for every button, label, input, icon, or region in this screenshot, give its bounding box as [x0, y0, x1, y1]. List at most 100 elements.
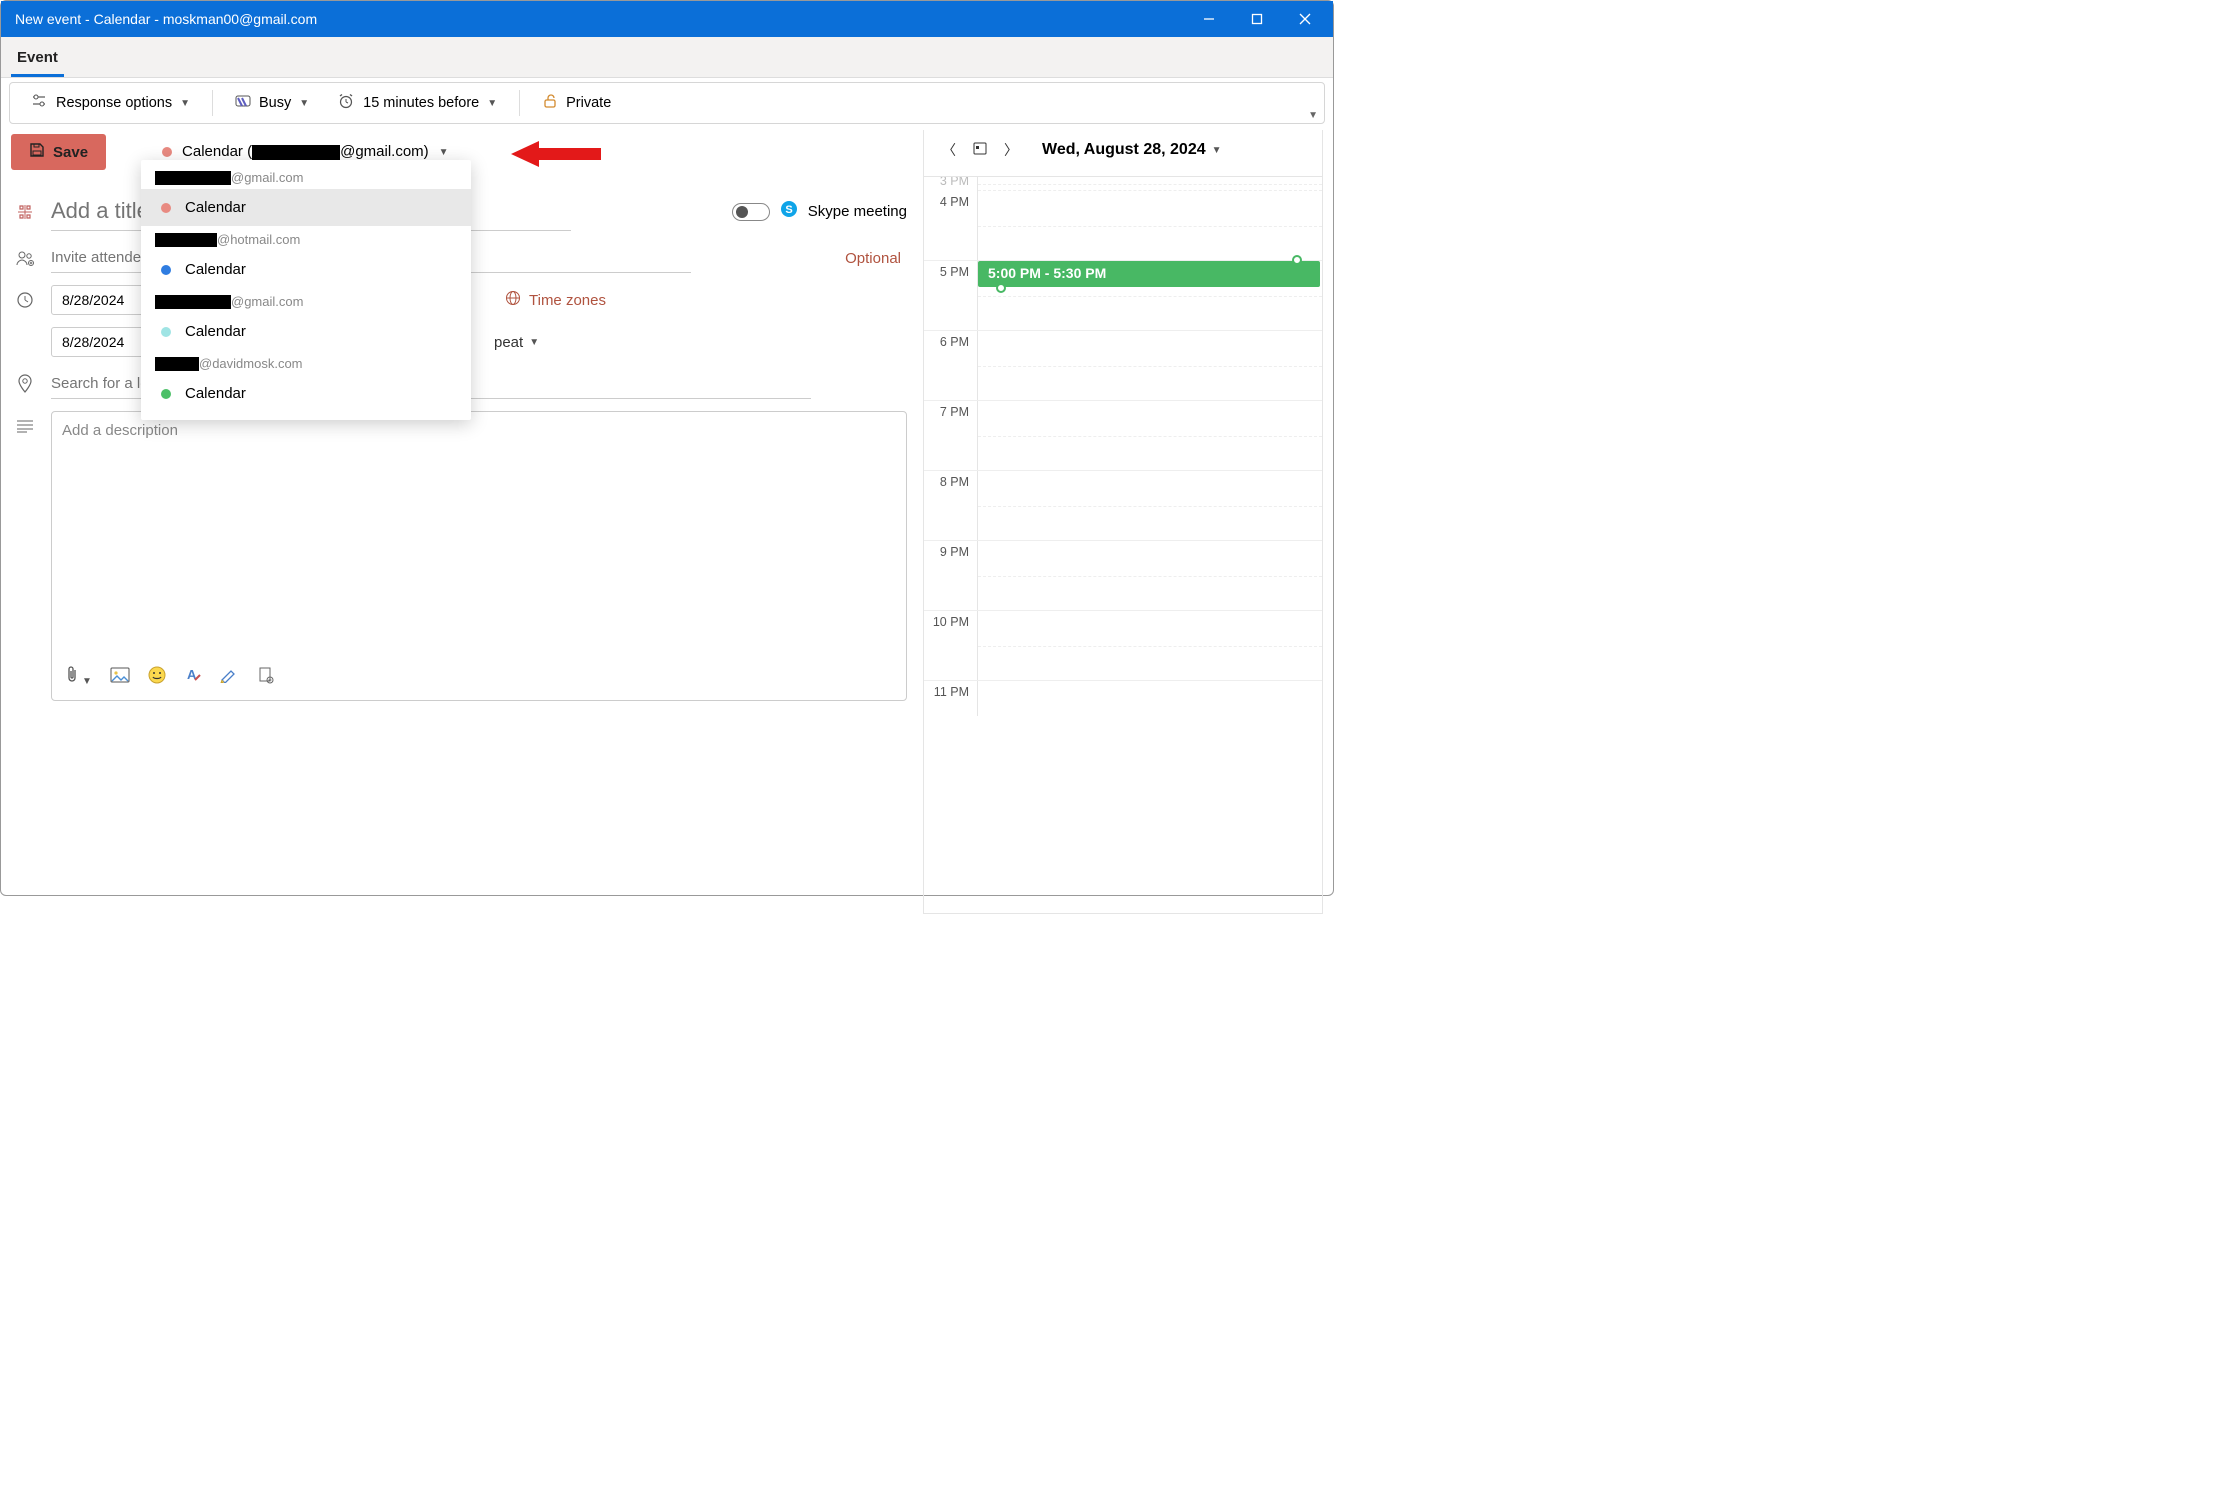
dropdown-item-label: Calendar [185, 199, 246, 216]
day-pane: 〈 〉 Wed, August 28, 2024 ▼ 3 PM 4 PM 5 P… [923, 130, 1323, 914]
content-area: Save Calendar (@gmail.com) ▼ @gmail.com [1, 130, 1333, 924]
chevron-down-icon: ▼ [180, 98, 190, 109]
location-icon [11, 374, 39, 394]
reminder-label: 15 minutes before [363, 95, 479, 111]
description-placeholder: Add a description [62, 422, 896, 439]
skype-label: Skype meeting [808, 203, 907, 220]
calendar-color-dot [161, 327, 171, 337]
skype-meeting-area: S Skype meeting [732, 200, 907, 223]
reminder-button[interactable]: 15 minutes before ▼ [327, 89, 507, 117]
toolbar-overflow-icon[interactable]: ▼ [1308, 110, 1318, 121]
red-arrow-annotation [511, 139, 601, 174]
calendar-selector[interactable]: Calendar (@gmail.com) ▼ [162, 143, 449, 160]
skype-toggle[interactable] [732, 203, 770, 221]
next-day-button[interactable]: 〉 [998, 138, 1024, 162]
calendar-color-dot [161, 203, 171, 213]
busy-icon [235, 94, 251, 112]
date-heading[interactable]: Wed, August 28, 2024 ▼ [1042, 141, 1222, 159]
chevron-down-icon: ▼ [487, 98, 497, 109]
private-label: Private [566, 95, 611, 111]
description-icon [11, 411, 39, 433]
chevron-down-icon: ▼ [299, 98, 309, 109]
people-icon [11, 249, 39, 267]
insert-icon[interactable] [258, 666, 274, 688]
clock-icon [11, 291, 39, 309]
save-label: Save [53, 144, 88, 161]
calendar-label: Calendar (@gmail.com) [182, 143, 429, 160]
title-icon [11, 203, 39, 221]
description-box[interactable]: Add a description ▼ A [51, 411, 907, 701]
divider [212, 90, 213, 116]
maximize-button[interactable] [1245, 7, 1269, 31]
day-header: 〈 〉 Wed, August 28, 2024 ▼ [924, 130, 1322, 170]
dropdown-account-header: @gmail.com [141, 288, 471, 313]
optional-link[interactable]: Optional [845, 250, 907, 267]
calendar-color-dot [161, 389, 171, 399]
redacted-text [252, 145, 340, 161]
description-toolbar: ▼ A [62, 660, 896, 690]
redacted-text [155, 357, 199, 371]
save-button[interactable]: Save [11, 134, 106, 170]
description-row: Add a description ▼ A [11, 405, 907, 707]
svg-text:S: S [785, 204, 792, 216]
event-resize-handle-top[interactable] [1292, 255, 1302, 265]
event-block[interactable]: 5:00 PM - 5:30 PM [978, 261, 1320, 287]
today-icon[interactable] [972, 140, 988, 161]
close-button[interactable] [1293, 7, 1317, 31]
repeat-dropdown[interactable]: peat ▼ [485, 329, 548, 356]
skype-icon: S [780, 200, 798, 223]
redacted-text [155, 233, 217, 247]
show-as-button[interactable]: Busy ▼ [225, 90, 319, 116]
ribbon-tabs: Event [1, 37, 1333, 78]
dropdown-calendar-item[interactable]: Calendar [141, 375, 471, 412]
dropdown-calendar-item[interactable]: Calendar [141, 251, 471, 288]
response-options-label: Response options [56, 95, 172, 111]
minimize-button[interactable] [1197, 7, 1221, 31]
save-row: Save Calendar (@gmail.com) ▼ @gmail.com [11, 130, 907, 174]
calendar-color-dot [162, 147, 172, 157]
title-bar: New event - Calendar - moskman00@gmail.c… [1, 1, 1333, 37]
timezones-label: Time zones [529, 292, 606, 309]
response-options-button[interactable]: Response options ▼ [20, 89, 200, 117]
repeat-label: peat [494, 334, 523, 351]
tab-event[interactable]: Event [11, 43, 64, 77]
dropdown-calendar-item[interactable]: Calendar [141, 313, 471, 350]
dropdown-account-header: @hotmail.com [141, 226, 471, 251]
show-as-label: Busy [259, 95, 291, 111]
date-label: Wed, August 28, 2024 [1042, 141, 1206, 159]
alarm-icon [337, 93, 355, 113]
window-title: New event - Calendar - moskman00@gmail.c… [11, 11, 317, 27]
form-pane: Save Calendar (@gmail.com) ▼ @gmail.com [11, 130, 907, 914]
dropdown-calendar-item[interactable]: Calendar [141, 189, 471, 226]
chevron-down-icon: ▼ [529, 337, 539, 348]
time-grid[interactable]: 3 PM 4 PM 5 PM 6 PM 7 PM 8 PM 9 PM 10 PM… [924, 176, 1322, 716]
timezones-link[interactable]: Time zones [505, 290, 606, 310]
save-icon [29, 142, 45, 162]
calendar-dropdown: @gmail.com Calendar @hotmail.com Calenda… [141, 160, 471, 420]
image-icon[interactable] [110, 667, 130, 687]
dropdown-account-header: @davidmosk.com [141, 350, 471, 375]
event-resize-handle-bottom[interactable] [996, 283, 1006, 293]
text-format-icon[interactable]: A [184, 666, 202, 688]
divider [519, 90, 520, 116]
dropdown-item-label: Calendar [185, 385, 246, 402]
attach-icon[interactable]: ▼ [64, 666, 92, 688]
dropdown-item-label: Calendar [185, 261, 246, 278]
globe-icon [505, 290, 521, 310]
lock-open-icon [542, 93, 558, 113]
dropdown-account-header: @gmail.com [141, 164, 471, 189]
redacted-text [155, 295, 231, 309]
calendar-color-dot [161, 265, 171, 275]
redacted-text [155, 171, 231, 185]
private-button[interactable]: Private [532, 89, 621, 117]
sliders-icon [30, 93, 48, 113]
draw-icon[interactable] [220, 667, 240, 687]
emoji-icon[interactable] [148, 666, 166, 688]
dropdown-item-label: Calendar [185, 323, 246, 340]
chevron-down-icon: ▼ [1212, 145, 1222, 156]
event-toolbar: Response options ▼ Busy ▼ 15 minutes bef… [9, 82, 1325, 124]
chevron-down-icon: ▼ [439, 147, 449, 158]
prev-day-button[interactable]: 〈 [936, 138, 962, 162]
event-time-label: 5:00 PM - 5:30 PM [988, 265, 1106, 281]
window-controls [1197, 7, 1323, 31]
